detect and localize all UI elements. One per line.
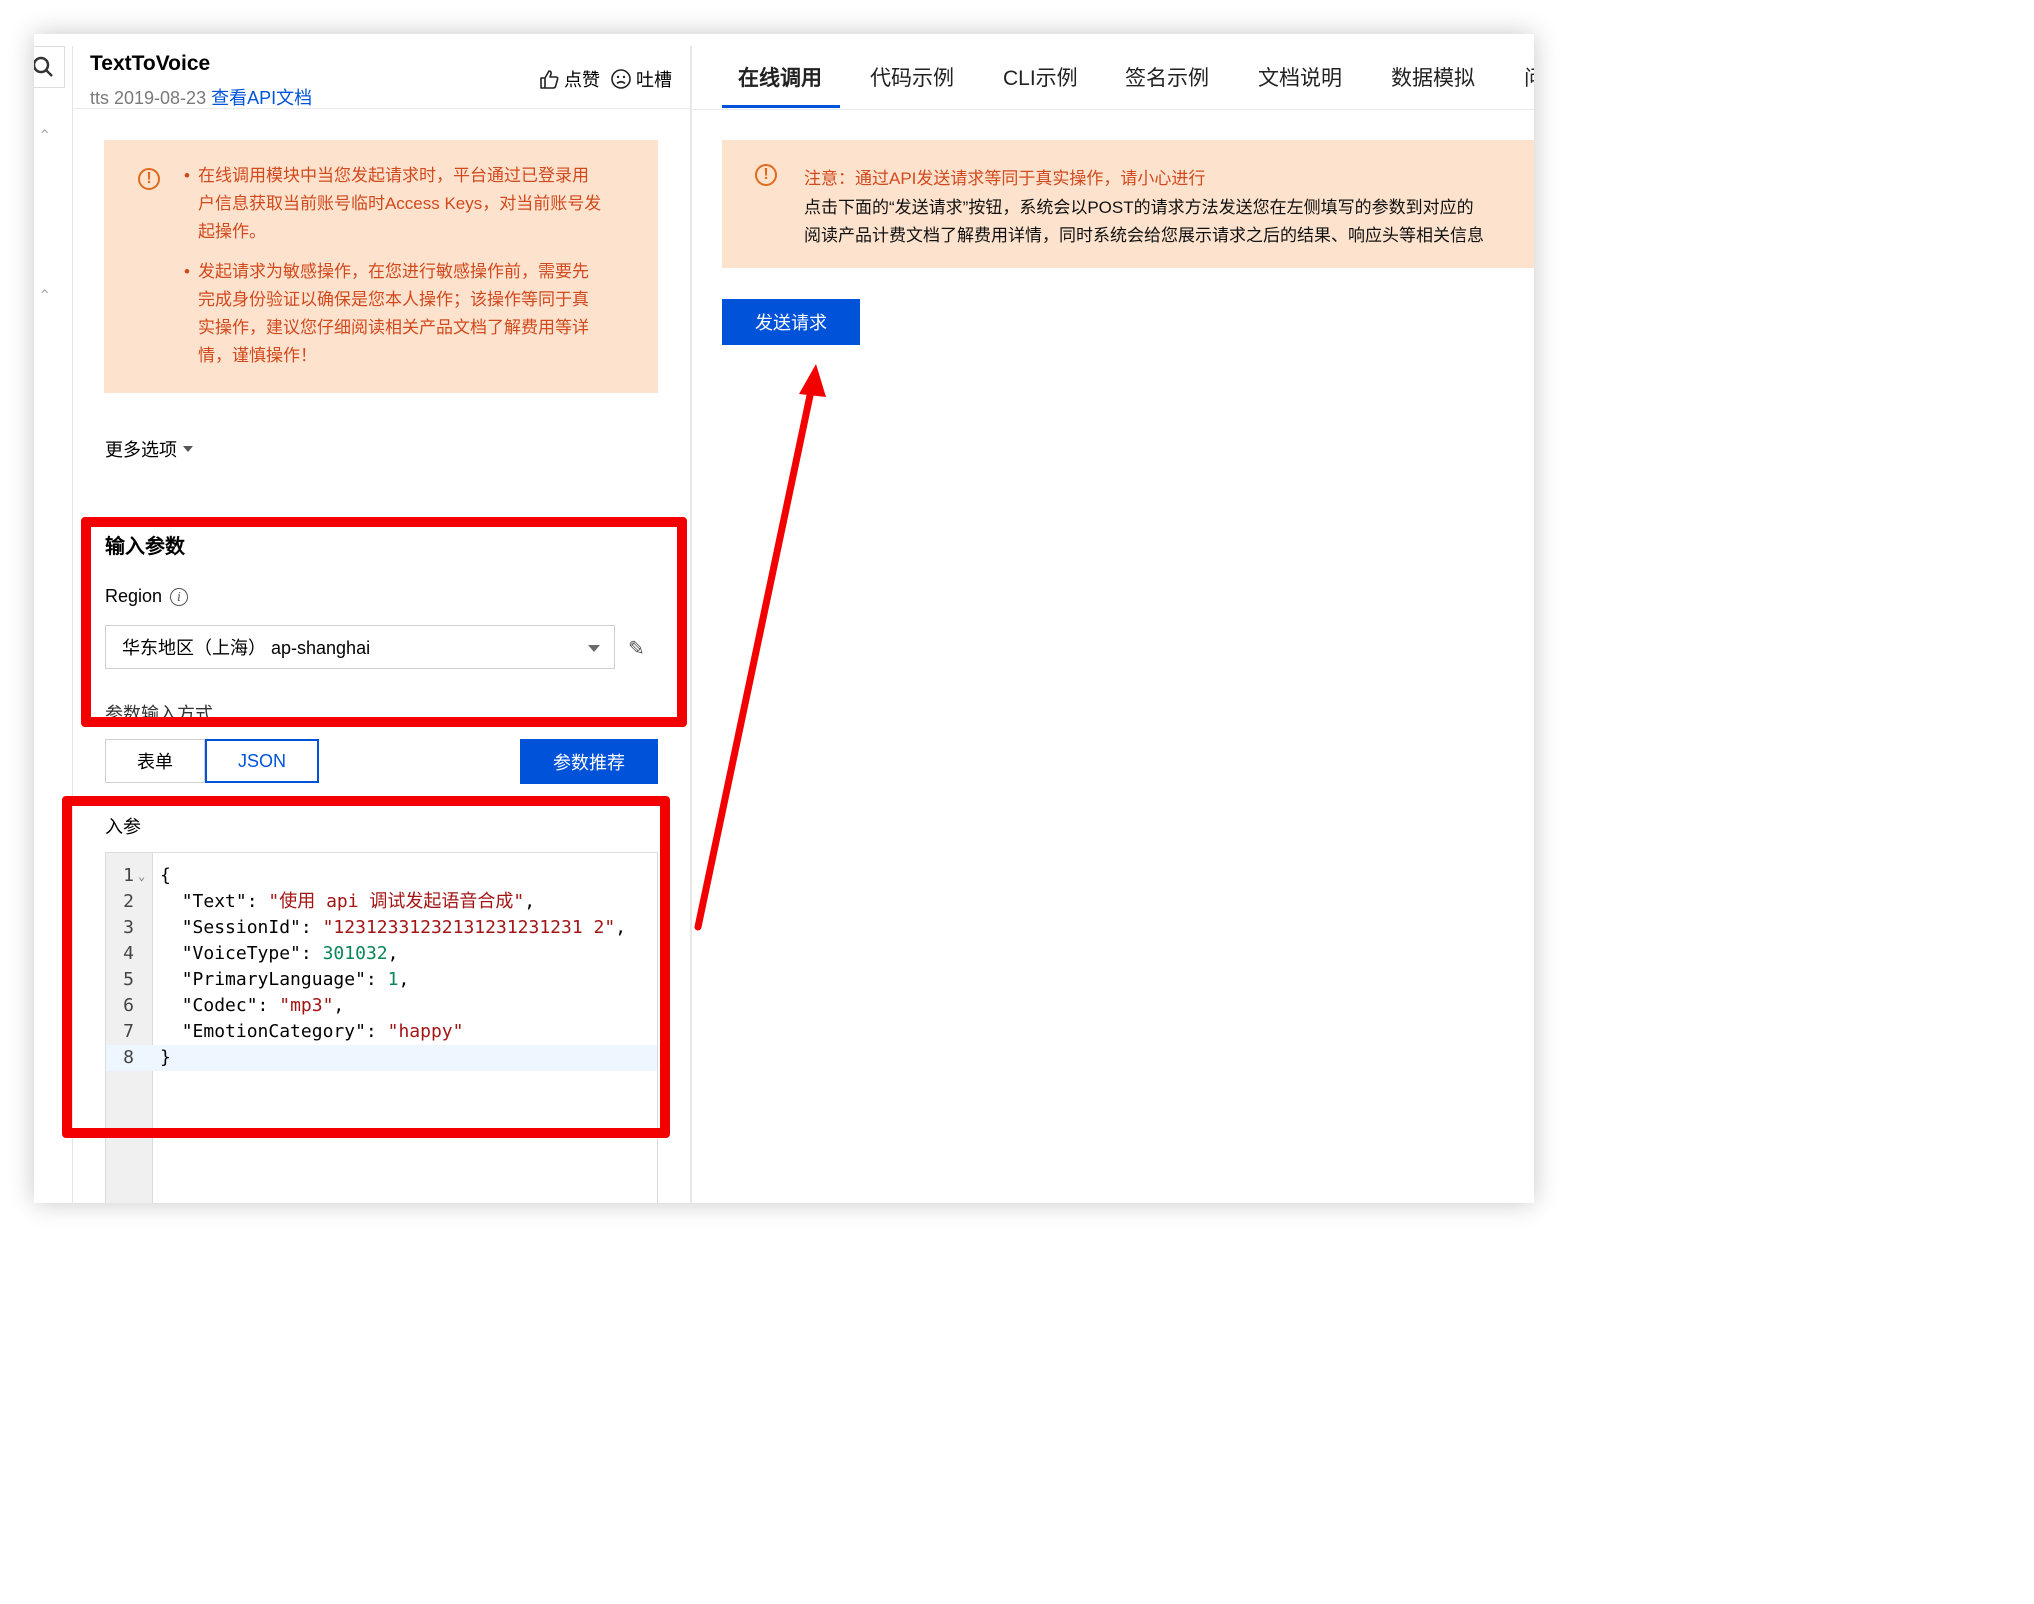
- right-warning-notice: ! 注意：通过API发送请求等同于真实操作，请小心进行 点击下面的“发送请求”按…: [722, 140, 1534, 268]
- active-tab-indicator: [722, 105, 840, 108]
- api-version: tts 2019-08-23: [90, 88, 207, 108]
- tab-4[interactable]: 文档说明: [1258, 62, 1342, 92]
- search-button[interactable]: [34, 46, 65, 88]
- mode-json-tab[interactable]: JSON: [205, 739, 319, 783]
- thumbs-up-icon: [540, 70, 559, 89]
- warning-icon: !: [138, 168, 160, 190]
- api-doc-link[interactable]: 查看API文档: [211, 88, 312, 108]
- right-notice-line: 阅读产品计费文档了解费用详情，同时系统会给您展示请求之后的结果、响应头等相关信息: [804, 226, 1484, 245]
- collapse-up-icon[interactable]: ⌃: [38, 126, 51, 146]
- tab-5[interactable]: 数据模拟: [1391, 62, 1475, 92]
- header-divider: [74, 108, 690, 109]
- api-explorer-window: ⌃ ⌃ TextToVoice tts 2019-08-23 查看API文档 点…: [34, 34, 1534, 1203]
- like-button[interactable]: 点赞: [538, 66, 600, 92]
- left-notice-item: • 在线调用模块中当您发起请求时，平台通过已登录用户信息获取当前账号临时Acce…: [184, 162, 604, 246]
- right-notice-line: 点击下面的“发送请求”按钮，系统会以POST的请求方法发送您在左侧填写的参数到对…: [804, 198, 1474, 217]
- api-meta: tts 2019-08-23 查看API文档: [90, 84, 312, 110]
- tab-3[interactable]: 签名示例: [1125, 62, 1209, 92]
- tab-2[interactable]: CLI示例: [1003, 62, 1078, 92]
- left-warning-notice: ! • 在线调用模块中当您发起请求时，平台通过已登录用户信息获取当前账号临时Ac…: [104, 140, 658, 393]
- more-options-toggle[interactable]: 更多选项: [105, 436, 193, 462]
- send-request-button[interactable]: 发送请求: [722, 299, 860, 345]
- right-notice-title: 注意：通过API发送请求等同于真实操作，请小心进行: [804, 169, 1206, 188]
- more-options-label: 更多选项: [105, 440, 177, 460]
- left-notice-text: 在线调用模块中当您发起请求时，平台通过已登录用户信息获取当前账号临时Access…: [197, 166, 602, 241]
- tab-1[interactable]: 代码示例: [870, 62, 954, 92]
- mode-form-tab[interactable]: 表单: [105, 739, 205, 783]
- left-notice-list: • 在线调用模块中当您发起请求时，平台通过已登录用户信息获取当前账号临时Acce…: [184, 162, 604, 370]
- annotation-box-region: [81, 517, 687, 727]
- left-notice-item: • 发起请求为敏感操作，在您进行敏感操作前，需要先完成身份验证以确保是您本人操作…: [184, 258, 604, 370]
- api-title: TextToVoice: [90, 52, 211, 75]
- chevron-down-icon: [183, 446, 193, 452]
- like-label: 点赞: [564, 70, 600, 90]
- tab-divider: [692, 109, 1534, 110]
- tab-6[interactable]: 问: [1524, 62, 1534, 92]
- tab-bar: 在线调用 代码示例 CLI示例 签名示例 文档说明 数据模拟 问: [692, 34, 1534, 110]
- collapse-up-icon[interactable]: ⌃: [38, 286, 51, 306]
- rant-label: 吐槽: [636, 70, 672, 90]
- param-recommend-button[interactable]: 参数推荐: [520, 739, 658, 784]
- warning-icon: !: [755, 164, 777, 186]
- frown-face-icon: [611, 69, 631, 89]
- param-mode-toggle: 表单 JSON: [105, 739, 319, 783]
- search-icon: [34, 56, 53, 77]
- tab-0[interactable]: 在线调用: [738, 62, 822, 92]
- rant-button[interactable]: 吐槽: [610, 66, 672, 92]
- annotation-box-json: [62, 796, 670, 1138]
- left-notice-text: 发起请求为敏感操作，在您进行敏感操作前，需要先完成身份验证以确保是您本人操作；该…: [197, 262, 589, 365]
